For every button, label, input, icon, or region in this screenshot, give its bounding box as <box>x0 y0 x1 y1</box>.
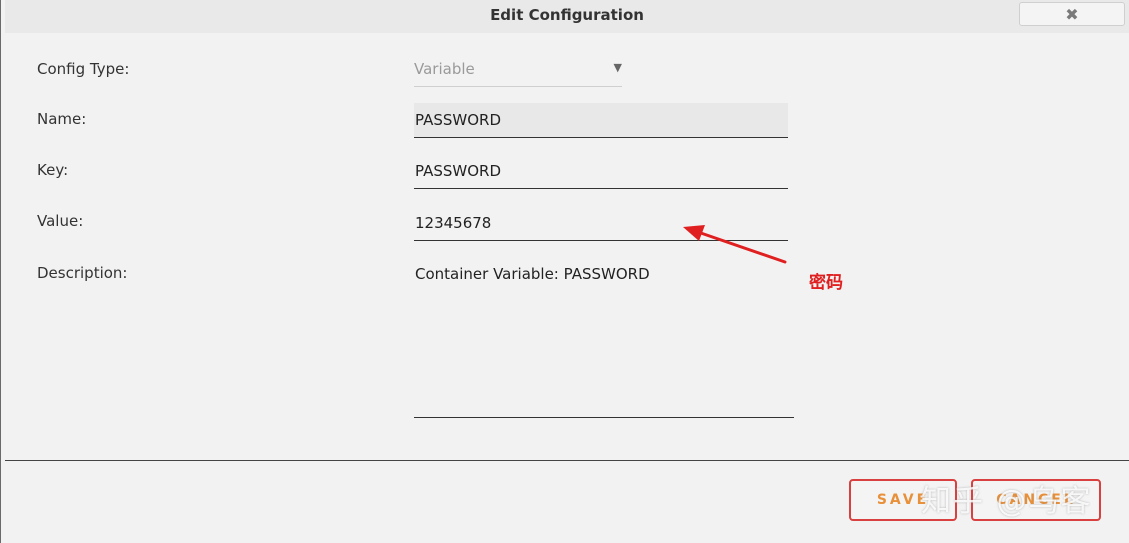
close-icon: ✖ <box>1065 5 1079 24</box>
watermark: 知乎 @乌客 <box>921 484 1093 519</box>
footer-divider <box>5 460 1129 461</box>
chevron-down-icon: ▼ <box>613 61 622 74</box>
description-label: Description: <box>37 264 128 282</box>
name-field: PASSWORD <box>414 103 788 138</box>
description-textarea[interactable]: Container Variable: PASSWORD <box>414 256 794 418</box>
config-type-value: Variable <box>414 60 475 78</box>
annotation-arrow-icon <box>683 225 787 264</box>
dialog-title: Edit Configuration <box>490 6 644 24</box>
name-label: Name: <box>37 110 87 128</box>
key-field[interactable]: PASSWORD <box>414 154 788 189</box>
edit-configuration-dialog: Edit Configuration ✖ Config Type: Variab… <box>0 0 1129 543</box>
value-label: Value: <box>37 212 84 230</box>
key-value: PASSWORD <box>415 162 502 180</box>
key-label: Key: <box>37 161 69 179</box>
value-value: 12345678 <box>415 214 492 232</box>
description-value: Container Variable: PASSWORD <box>415 265 650 283</box>
config-type-label: Config Type: <box>37 60 130 78</box>
dialog-titlebar: Edit Configuration ✖ <box>5 0 1129 33</box>
close-button[interactable]: ✖ <box>1019 2 1125 26</box>
config-type-select[interactable]: Variable ▼ <box>414 56 622 87</box>
name-value: PASSWORD <box>415 111 502 129</box>
annotation-label: 密码 <box>809 273 843 293</box>
